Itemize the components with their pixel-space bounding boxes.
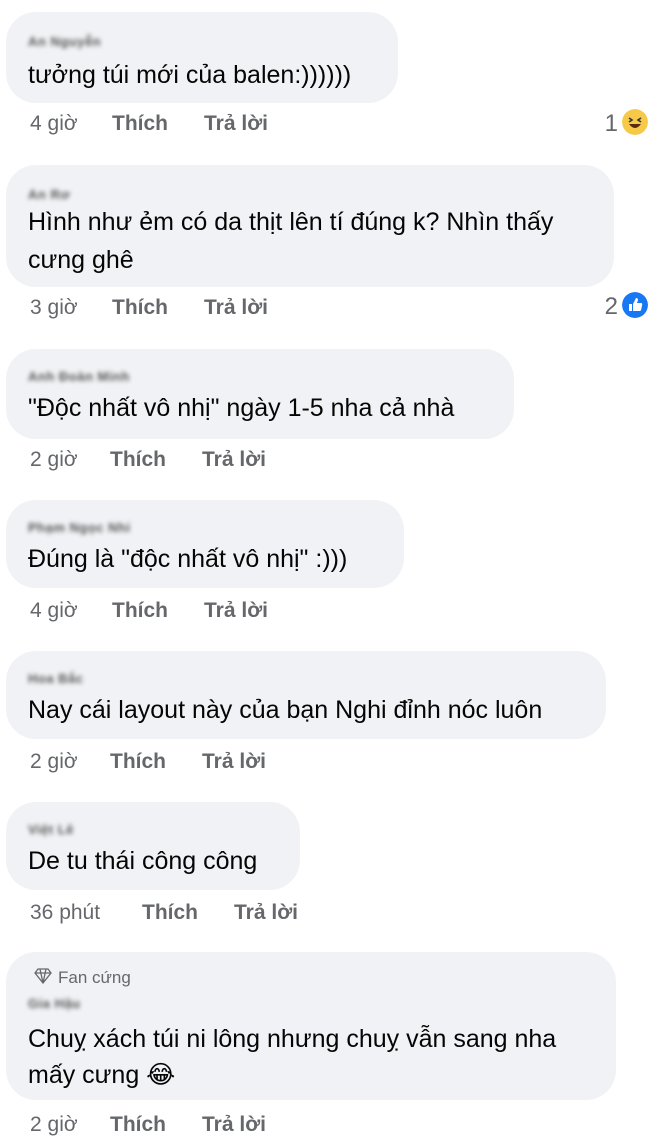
diamond-icon [34,968,52,984]
like-button[interactable]: Thích [112,599,168,623]
reply-button[interactable]: Trả lời [234,901,298,925]
like-button[interactable]: Thích [112,296,168,320]
comment-bubble[interactable]: An Nguyễn tưởng túi mới của balen:)))))) [6,12,398,103]
comment-text-line: mấy cưng 😂 [28,1061,176,1089]
comment-text: Nay cái layout này của bạn Nghi đỉnh nóc… [28,696,543,724]
comment-time[interactable]: 2 giờ [30,448,78,472]
commenter-name[interactable]: An Rơ [28,187,70,202]
like-icon [622,292,648,318]
reaction-count: 2 [604,293,618,320]
comment: Việt Lê De tu thái công công 36 phút Thí… [6,802,656,932]
reply-button[interactable]: Trả lời [204,112,268,136]
like-button[interactable]: Thích [110,750,166,774]
reaction-summary[interactable]: 2 [596,292,648,321]
comment-meta: 2 giờ Thích Trả lời [30,750,350,778]
reply-button[interactable]: Trả lời [202,1113,266,1137]
comment: Anh Đoàn Minh "Độc nhất vô nhị" ngày 1-5… [6,349,656,479]
comment-time[interactable]: 4 giờ [30,599,78,623]
comment-text-line: Chuỵ xách túi ni lông nhưng chuỵ vẫn san… [28,1025,557,1053]
commenter-name[interactable]: Việt Lê [28,822,74,837]
comment-text: tưởng túi mới của balen:)))))) [28,61,352,89]
reaction-summary[interactable]: 1 [596,109,648,138]
like-button[interactable]: Thích [112,112,168,136]
comment-text: De tu thái công công [28,847,258,875]
comment-text-line: Hình như ẻm có da thịt lên tí đúng k? Nh… [28,208,554,236]
comment-time[interactable]: 36 phút [30,901,100,925]
reaction-count: 1 [604,110,618,137]
comment: Hoa Bắc Nay cái layout này của bạn Nghi … [6,651,656,781]
comment-time[interactable]: 2 giờ [30,1113,78,1137]
comment-bubble[interactable]: Phạm Ngọc Nhi Đúng là "độc nhất vô nhị" … [6,500,404,588]
comment-bubble[interactable]: Anh Đoàn Minh "Độc nhất vô nhị" ngày 1-5… [6,349,514,439]
comment-bubble[interactable]: Việt Lê De tu thái công công [6,802,300,890]
comment-bubble[interactable]: An Rơ Hình như ẻm có da thịt lên tí đúng… [6,165,614,287]
comment: Fan cứng Gia Hậu Chuỵ xách túi ni lông n… [6,952,656,1137]
comment-text: Đúng là "độc nhất vô nhị" :))) [28,545,348,573]
reply-button[interactable]: Trả lời [204,296,268,320]
comment: Phạm Ngọc Nhi Đúng là "độc nhất vô nhị" … [6,500,656,630]
commenter-name[interactable]: Gia Hậu [28,996,81,1011]
commenter-name[interactable]: Phạm Ngọc Nhi [28,520,131,535]
reply-button[interactable]: Trả lời [202,750,266,774]
comment-meta: 2 giờ Thích Trả lời [30,1113,350,1141]
comment-meta: 36 phút Thích Trả lời [30,901,370,929]
comment-meta: 3 giờ Thích Trả lời [30,296,350,324]
comment-text: "Độc nhất vô nhị" ngày 1-5 nha cả nhà [28,394,455,422]
comment: An Rơ Hình như ẻm có da thịt lên tí đúng… [6,165,656,325]
commenter-name[interactable]: Anh Đoàn Minh [28,369,130,384]
comment-text-line: cưng ghê [28,246,134,274]
comment-bubble[interactable]: Hoa Bắc Nay cái layout này của bạn Nghi … [6,651,606,739]
like-button[interactable]: Thích [142,901,198,925]
reply-button[interactable]: Trả lời [204,599,268,623]
comment-meta: 4 giờ Thích Trả lời [30,112,350,140]
fan-badge-label: Fan cứng [58,968,131,987]
comment: An Nguyễn tưởng túi mới của balen:))))))… [6,12,656,152]
commenter-name[interactable]: Hoa Bắc [28,671,84,686]
reply-button[interactable]: Trả lời [202,448,266,472]
comment-meta: 2 giờ Thích Trả lời [30,448,350,476]
haha-icon [622,109,648,135]
comment-time[interactable]: 3 giờ [30,296,78,320]
comment-meta: 4 giờ Thích Trả lời [30,599,350,627]
comment-time[interactable]: 2 giờ [30,750,78,774]
comment-time[interactable]: 4 giờ [30,112,78,136]
comment-bubble[interactable]: Fan cứng Gia Hậu Chuỵ xách túi ni lông n… [6,952,616,1100]
commenter-name[interactable]: An Nguyễn [28,34,101,49]
like-button[interactable]: Thích [110,448,166,472]
like-button[interactable]: Thích [110,1113,166,1137]
